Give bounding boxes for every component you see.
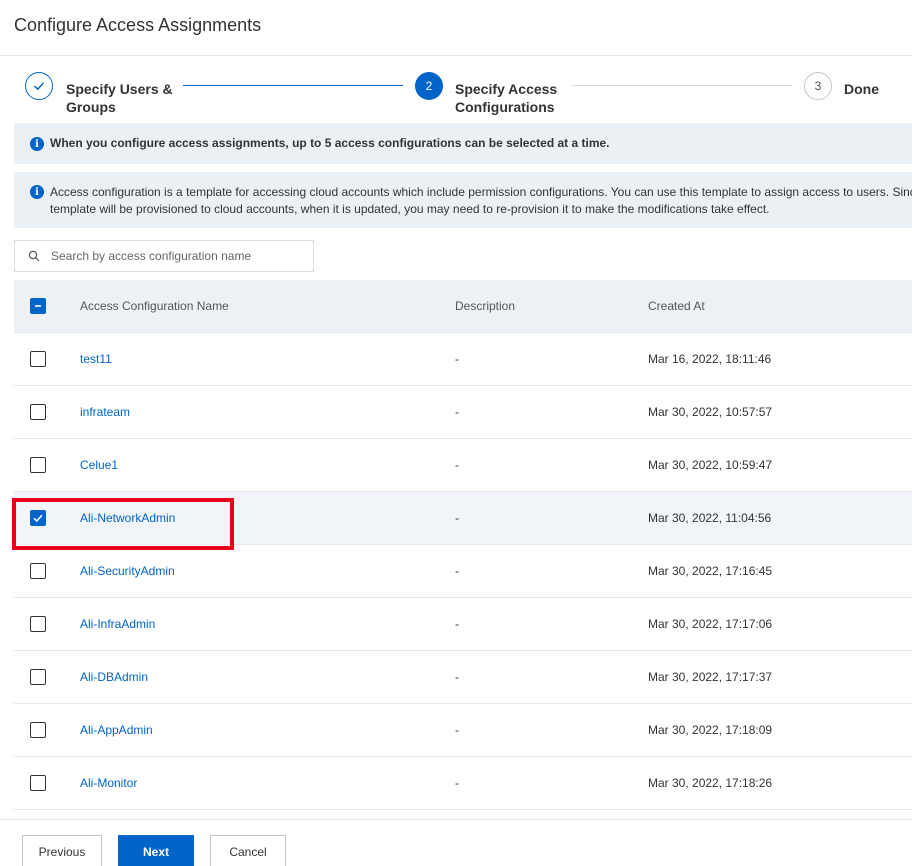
table-row[interactable]: infrateam - Mar 30, 2022, 10:57:57 [14,386,912,439]
created-at-cell: Mar 30, 2022, 17:17:06 [648,617,773,631]
step-connector-1 [183,85,403,86]
previous-button[interactable]: Previous [22,835,102,866]
next-button[interactable]: Next [118,835,194,866]
step-3-number: 3 [804,72,832,100]
description-cell: - [455,670,459,684]
row-checkbox[interactable] [30,775,46,791]
description-cell: - [455,458,459,472]
step-1-check-icon [25,72,53,100]
description-cell: - [455,564,459,578]
template-notice-line-2: template will be provisioned to cloud ac… [50,202,770,216]
access-config-name-link[interactable]: Ali-Monitor [80,776,137,790]
column-header-name: Access Configuration Name [80,299,229,313]
row-checkbox[interactable] [30,510,46,526]
access-config-name-link[interactable]: Ali-DBAdmin [80,670,148,684]
row-checkbox[interactable] [30,669,46,685]
info-icon: i [30,137,44,151]
created-at-cell: Mar 30, 2022, 17:17:37 [648,670,773,684]
column-header-created-at: Created At [648,299,705,313]
description-cell: - [455,723,459,737]
template-notice-line-1: Access configuration is a template for a… [50,185,912,199]
step-3-label: Done [844,81,879,97]
created-at-cell: Mar 30, 2022, 17:18:26 [648,776,773,790]
template-notice: i Access configuration is a template for… [14,172,912,228]
page-title: Configure Access Assignments [14,15,262,35]
search-box [14,240,314,272]
row-checkbox[interactable] [30,722,46,738]
created-at-cell: Mar 30, 2022, 10:57:57 [648,405,773,419]
row-checkbox[interactable] [30,404,46,420]
step-connector-2 [572,85,792,86]
table-row[interactable]: Ali-SecurityAdmin - Mar 30, 2022, 17:16:45 [14,545,912,598]
created-at-cell: Mar 30, 2022, 17:16:45 [648,564,773,578]
access-config-name-link[interactable]: Ali-NetworkAdmin [80,511,175,525]
table-row[interactable]: Ali-DBAdmin - Mar 30, 2022, 17:17:37 [14,651,912,704]
created-at-cell: Mar 16, 2022, 18:11:46 [648,352,772,366]
search-input[interactable] [51,241,307,271]
description-cell: - [455,352,459,366]
description-cell: - [455,617,459,631]
table-header: Access Configuration Name Description Cr… [14,280,912,333]
limit-notice-text: When you configure access assignments, u… [50,136,610,150]
step-2-label: Specify Access Configurations [455,81,558,115]
step-2-number: 2 [415,72,443,100]
select-all-checkbox[interactable] [30,298,46,314]
check-icon [33,514,43,523]
table-body: test11 - Mar 16, 2022, 18:11:46 infrateam - M… [14,333,912,810]
description-cell: - [455,776,459,790]
row-checkbox[interactable] [30,351,46,367]
info-icon: i [30,185,44,199]
cancel-button[interactable]: Cancel [210,835,286,866]
footer-divider [0,819,912,820]
limit-notice: i When you configure access assignments,… [14,123,912,164]
column-header-description: Description [455,299,516,313]
created-at-cell: Mar 30, 2022, 11:04:56 [648,511,772,525]
table-row[interactable]: test11 - Mar 16, 2022, 18:11:46 [14,333,912,386]
table-row[interactable]: Ali-Monitor - Mar 30, 2022, 17:18:26 [14,757,912,810]
created-at-cell: Mar 30, 2022, 10:59:47 [648,458,773,472]
row-checkbox[interactable] [30,457,46,473]
page-header: Configure Access Assignments [0,0,912,56]
table-row[interactable]: Ali-InfraAdmin - Mar 30, 2022, 17:17:06 [14,598,912,651]
row-checkbox[interactable] [30,616,46,632]
access-config-name-link[interactable]: Ali-SecurityAdmin [80,564,175,578]
access-config-name-link[interactable]: infrateam [80,405,130,419]
created-at-cell: Mar 30, 2022, 17:18:09 [648,723,773,737]
row-checkbox[interactable] [30,563,46,579]
stepper: Specify Users & Groups 2 Specify Access … [0,56,912,122]
table-row[interactable]: Celue1 - Mar 30, 2022, 10:59:47 [14,439,912,492]
step-1-label: Specify Users & Groups [66,81,173,115]
access-config-name-link[interactable]: Celue1 [80,458,118,472]
description-cell: - [455,405,459,419]
search-icon [28,250,40,262]
access-config-name-link[interactable]: Ali-AppAdmin [80,723,153,737]
access-config-table: Access Configuration Name Description Cr… [14,280,912,810]
access-config-name-link[interactable]: Ali-InfraAdmin [80,617,155,631]
description-cell: - [455,511,459,525]
table-row[interactable]: Ali-AppAdmin - Mar 30, 2022, 17:18:09 [14,704,912,757]
access-config-name-link[interactable]: test11 [80,352,112,366]
table-row[interactable]: Ali-NetworkAdmin - Mar 30, 2022, 11:04:56 [14,492,912,545]
